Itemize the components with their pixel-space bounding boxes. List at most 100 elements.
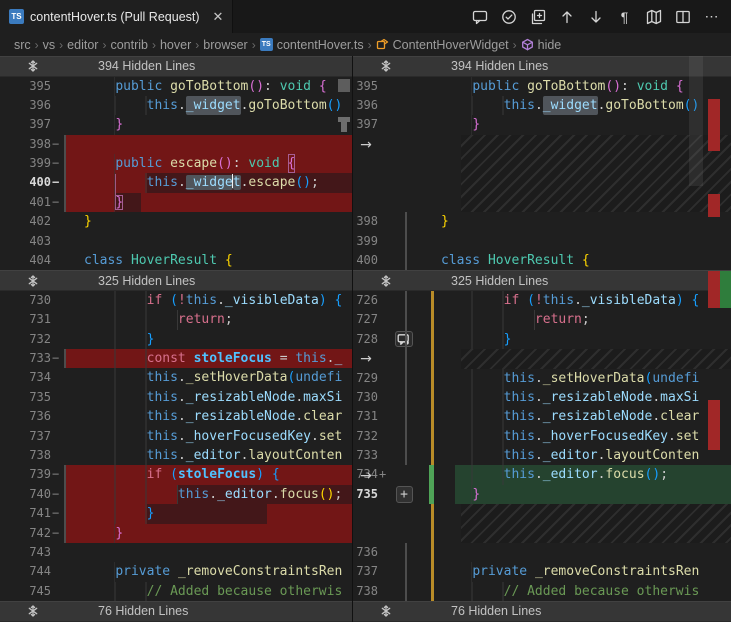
line-number[interactable]: 730 (353, 388, 378, 407)
close-icon[interactable]: ✕ (213, 9, 224, 25)
add-comment-button[interactable]: + (396, 486, 413, 503)
code-line[interactable]: 403 (0, 232, 352, 251)
code-line[interactable]: 737 private _removeConstraintsRen (353, 562, 731, 581)
hidden-lines-bar[interactable]: 325 Hidden Lines (0, 270, 352, 291)
code-line[interactable]: 736 (353, 543, 731, 562)
line-number[interactable]: 730 (0, 291, 51, 310)
hidden-lines-bar[interactable]: 394 Hidden Lines (0, 56, 352, 77)
breadcrumb-item-file[interactable]: TScontentHover.ts (260, 38, 364, 52)
open-changes-icon[interactable] (529, 8, 546, 25)
code-line[interactable]: 400class HoverResult { (353, 251, 731, 270)
line-number[interactable]: 736 (353, 543, 378, 562)
code-line[interactable]: 732 this._hoverFocusedKey.set (353, 427, 731, 446)
hidden-lines-bar[interactable]: 76 Hidden Lines (353, 601, 731, 622)
code-line[interactable]: 734+ this._editor.focus(); (353, 465, 731, 484)
code-line[interactable]: 742− } (0, 524, 352, 543)
map-icon[interactable] (645, 8, 662, 25)
line-number[interactable]: 398 (353, 212, 378, 231)
code-line[interactable]: 729 this._setHoverData(undefi (353, 369, 731, 388)
code-line[interactable]: 733 this._editor.layoutConten (353, 446, 731, 465)
split-editor-icon[interactable] (674, 8, 691, 25)
code-line[interactable]: 735 this._resizableNode.maxSi (0, 388, 352, 407)
line-number[interactable]: 732 (0, 330, 51, 349)
line-number[interactable]: 736 (0, 407, 51, 426)
line-number[interactable]: 734 (0, 368, 51, 387)
code-line[interactable]: 398− (0, 135, 352, 154)
line-number[interactable]: 732 (353, 427, 378, 446)
code-line[interactable]: 395 public goToBottom(): void { (0, 77, 352, 96)
breadcrumb-item-browser[interactable]: browser (203, 38, 247, 52)
line-number[interactable]: 735 (353, 485, 378, 504)
line-number[interactable]: 398 (0, 135, 51, 154)
line-number[interactable]: 400 (0, 173, 51, 192)
line-number[interactable]: 399 (353, 232, 378, 251)
revert-block-arrow-icon[interactable]: → (357, 468, 375, 484)
code-line[interactable]: 397 } (353, 115, 731, 134)
line-number[interactable]: 404 (0, 251, 51, 270)
line-number[interactable]: 396 (0, 96, 51, 115)
breadcrumb-item-contrib[interactable]: contrib (110, 38, 148, 52)
code-line[interactable]: 396 this._widget.goToBottom() (0, 96, 352, 115)
code-line[interactable]: 398} (353, 212, 731, 231)
line-number[interactable]: 396 (353, 96, 378, 115)
comment-icon[interactable] (471, 8, 488, 25)
expand-hidden-lines-icon[interactable] (379, 274, 393, 288)
expand-hidden-lines-icon[interactable] (379, 59, 393, 73)
code-line[interactable]: 728 } (353, 330, 731, 349)
line-number[interactable]: 738 (353, 582, 378, 601)
line-number[interactable]: 738 (0, 446, 51, 465)
code-line[interactable]: 726 if (!this._visibleData) { (353, 291, 731, 310)
line-number[interactable]: 400 (353, 251, 378, 270)
check-circle-icon[interactable] (500, 8, 517, 25)
line-number[interactable]: 737 (0, 427, 51, 446)
code-line[interactable]: 400− this._widget.escape(); (0, 173, 352, 192)
line-number[interactable]: 402 (0, 212, 51, 231)
line-number[interactable]: 727 (353, 310, 378, 329)
code-line[interactable]: 744 private _removeConstraintsRen (0, 562, 352, 581)
line-number[interactable]: 397 (0, 115, 51, 134)
arrow-up-icon[interactable] (558, 8, 575, 25)
code-line[interactable]: 397 } (0, 115, 352, 134)
line-number[interactable]: 729 (353, 369, 378, 388)
revert-block-arrow-icon[interactable]: → (357, 137, 375, 153)
line-number[interactable]: 739 (0, 465, 51, 484)
code-line[interactable]: 738 // Added because otherwis (353, 582, 731, 601)
line-number[interactable]: 733 (0, 349, 51, 368)
line-number[interactable]: 745 (0, 582, 51, 601)
breadcrumb-item-vs[interactable]: vs (43, 38, 56, 52)
code-line[interactable]: 399− public escape(): void { (0, 154, 352, 173)
line-number[interactable]: 731 (0, 310, 51, 329)
tab-contenthover[interactable]: TS contentHover.ts (Pull Request) ✕ (0, 0, 233, 33)
line-number[interactable]: 737 (353, 562, 378, 581)
code-line[interactable]: 735+ } (353, 485, 731, 504)
breadcrumb-item-hover[interactable]: hover (160, 38, 191, 52)
code-line[interactable]: 401− } (0, 193, 352, 212)
line-number[interactable]: 743 (0, 543, 51, 562)
expand-hidden-lines-icon[interactable] (26, 604, 40, 618)
code-line[interactable]: 395 public goToBottom(): void { (353, 77, 731, 96)
hidden-lines-bar[interactable]: 325 Hidden Lines (353, 270, 731, 291)
code-line[interactable]: 730 this._resizableNode.maxSi (353, 388, 731, 407)
breadcrumb-item-src[interactable]: src (14, 38, 31, 52)
hidden-lines-bar[interactable]: 76 Hidden Lines (0, 601, 352, 622)
line-number[interactable]: 726 (353, 291, 378, 310)
line-number[interactable]: 401 (0, 193, 51, 212)
code-line[interactable]: 732 } (0, 330, 352, 349)
line-number[interactable]: 403 (0, 232, 51, 251)
hidden-lines-bar[interactable]: 394 Hidden Lines (353, 56, 731, 77)
more-icon[interactable]: ⋯ (703, 8, 720, 25)
code-line[interactable]: 727 return; (353, 310, 731, 329)
expand-hidden-lines-icon[interactable] (26, 274, 40, 288)
line-number[interactable]: 733 (353, 446, 378, 465)
code-line[interactable]: 731 this._resizableNode.clear (353, 407, 731, 426)
line-number[interactable]: 735 (0, 388, 51, 407)
line-number[interactable]: 397 (353, 115, 378, 134)
line-number[interactable]: 728 (353, 330, 378, 349)
line-number[interactable]: 395 (353, 77, 378, 96)
pilcrow-icon[interactable]: ¶ (616, 8, 633, 25)
breadcrumb-item-ContentHoverWidget[interactable]: ContentHoverWidget (376, 38, 509, 52)
code-line[interactable]: 737 this._hoverFocusedKey.set (0, 427, 352, 446)
line-number[interactable]: 740 (0, 485, 51, 504)
code-line[interactable]: 745 // Added because otherwis (0, 582, 352, 601)
code-line[interactable]: 402} (0, 212, 352, 231)
